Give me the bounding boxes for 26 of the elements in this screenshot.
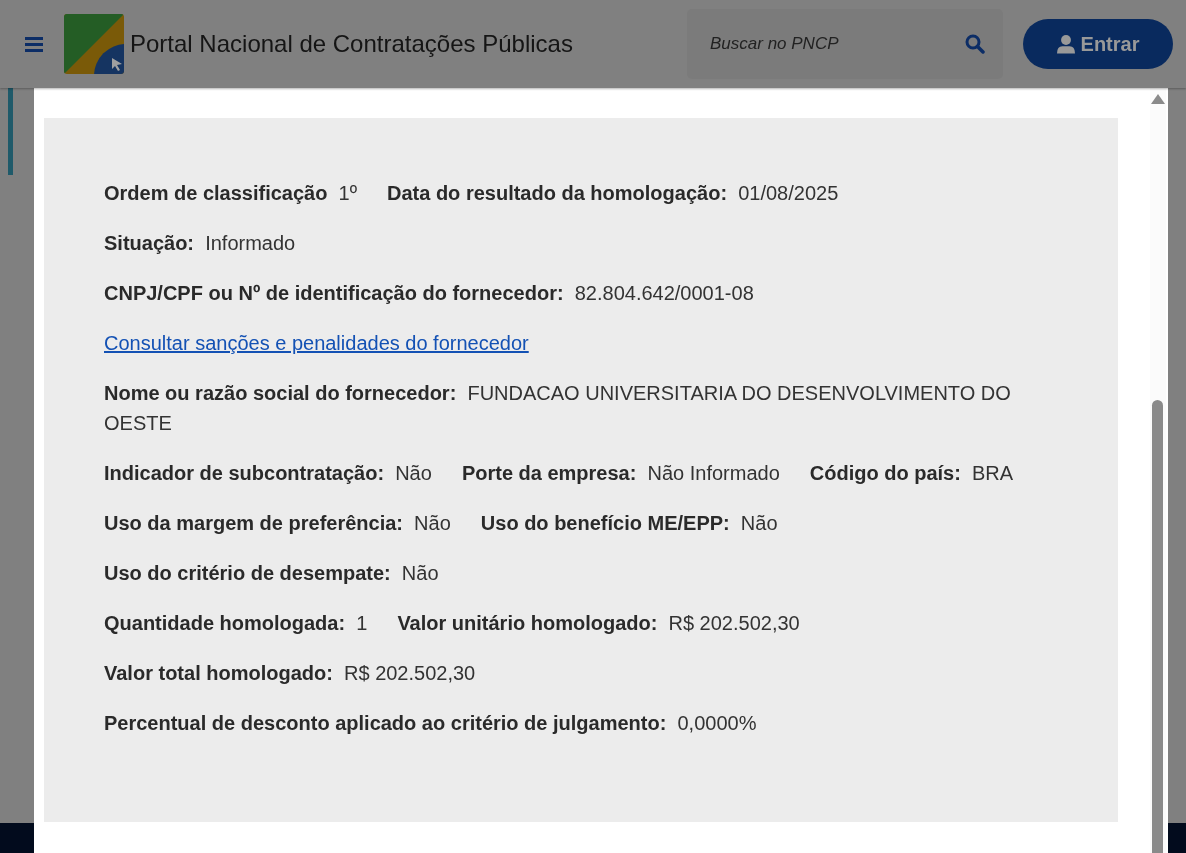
result-field: Data do resultado da homologação: 01/08/2025 [387,178,839,208]
result-field: Percentual de desconto aplicado ao critério de julgamento: 0,0000% [104,708,757,738]
result-field: Uso do critério de desempate: Não [104,558,439,588]
result-field: Uso do benefício ME/EPP: Não [480,508,778,538]
login-button[interactable]: Entrar [1023,19,1173,69]
result-field: Nome ou razão social do fornecedor: FUNDACAO UNIVERSITARIA DO DESENVOLVIMENTO DO OESTE [104,378,1049,438]
result-field: Código do país: BRA [809,458,1014,488]
result-field: CNPJ/CPF ou Nº de identificação do fornecedor: 82.804.642/0001-08 [104,278,754,308]
search-bar[interactable]: Buscar no PNCP [687,9,1003,79]
menu-icon[interactable] [25,36,43,52]
scroll-up-icon[interactable] [1151,94,1165,104]
result-field: Uso da margem de preferência: Não [104,508,451,538]
result-field: Indicador de subcontratação: Não [104,458,432,488]
user-icon [1056,33,1075,55]
sanctions-link[interactable]: Consultar sanções e penalidades do fornecedor [104,328,529,358]
result-field: Situação: Informado [104,228,296,258]
result-field: Quantidade homologada: 1 [104,608,368,638]
search-icon[interactable] [965,34,985,54]
site-title: Portal Nacional de Contratações Públicas [130,30,573,58]
result-field: Valor total homologado: R$ 202.502,30 [104,658,476,688]
result-field: Valor unitário homologado: R$ 202.502,30 [397,608,800,638]
logo-icon[interactable] [64,14,124,74]
result-field: Ordem de classificação 1º [104,178,357,208]
search-field[interactable]: Buscar no PNCP [708,33,965,55]
scrollbar[interactable] [1150,88,1166,853]
result-field: Porte da empresa: Não Informado [461,458,780,488]
